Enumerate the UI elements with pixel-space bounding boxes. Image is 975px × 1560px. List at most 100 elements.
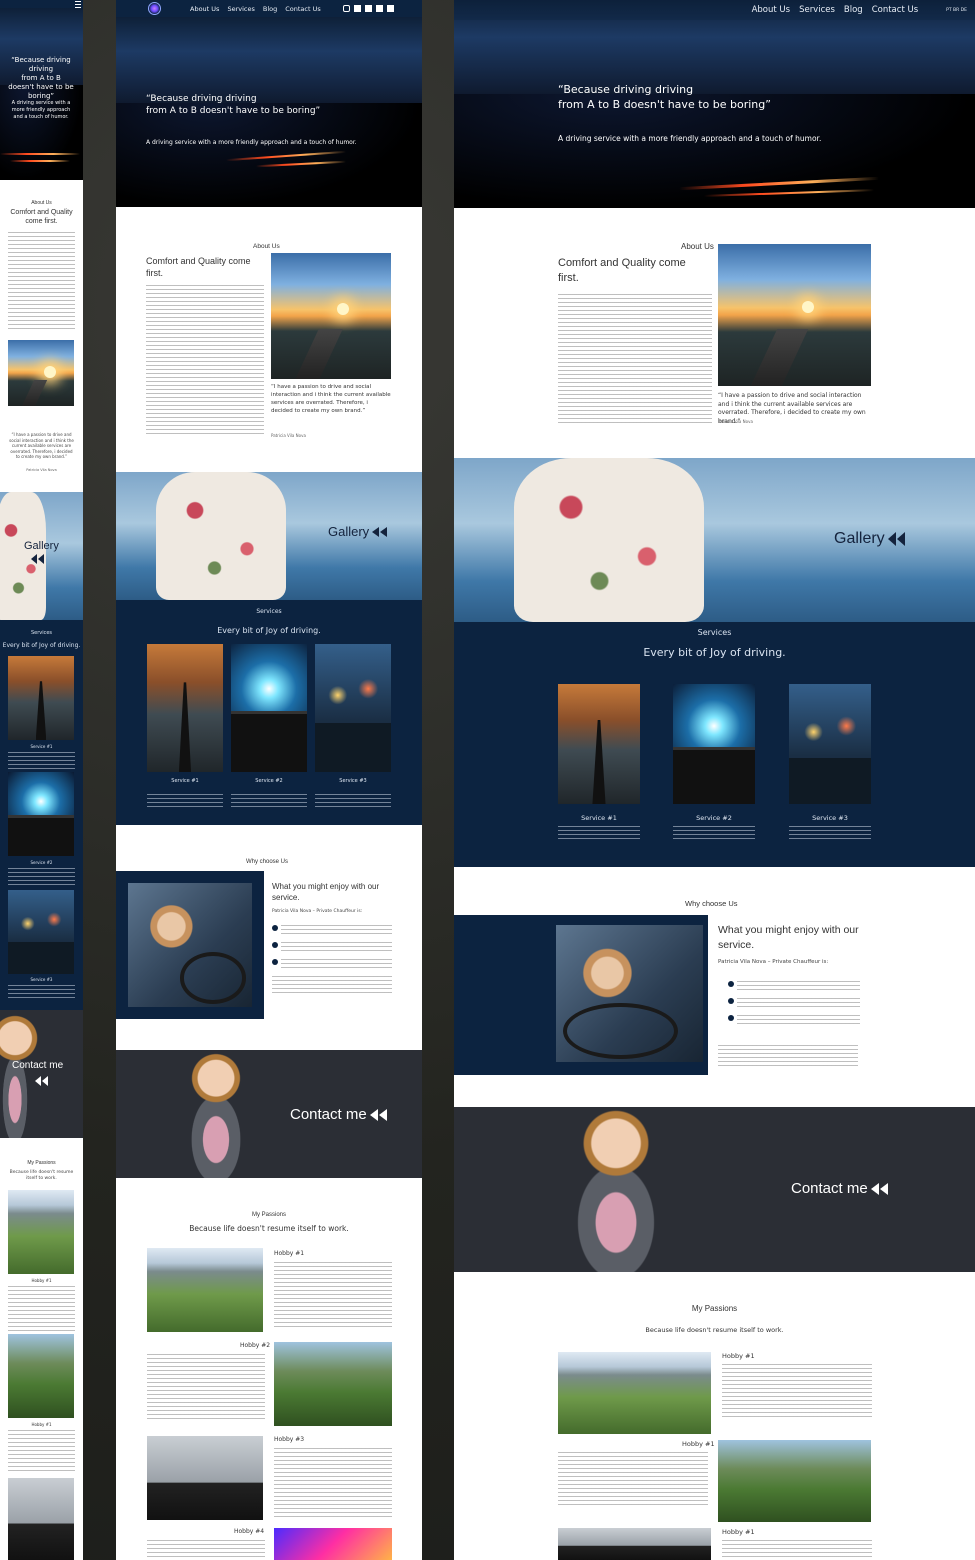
service-caption-1: Service #1 [30,744,53,749]
service-caption-2: Service #2 [255,778,283,784]
hobby-text-1 [8,1286,75,1334]
about-quote: “I have a passion to drive and social in… [9,432,74,459]
about-heading: Comfort and Quality come first. [558,257,686,284]
email-icon[interactable] [386,5,394,12]
hobby-image-2 [274,1342,392,1426]
services-label: Services [256,608,282,615]
why-byline: Patricia Vila Nova – Private Chauffeur i… [272,909,363,914]
about-heading: Comfort and Quality come first. [146,256,251,278]
contact-photo [538,1107,694,1272]
passions-heading: Because life doesn't resume itself to wo… [9,1170,74,1181]
rewind-icon [372,526,380,537]
mobile-services: Services Every bit of Joy of driving. Se… [0,620,83,1010]
check-icon [272,925,278,931]
contact-label-text: Contact me [791,1180,868,1197]
about-author: Patricia Vila Nova [26,468,57,472]
service-image-2 [673,684,755,804]
hobby-image-3 [558,1528,711,1560]
gallery-label-text: Gallery [24,540,59,552]
hobby-text-3 [722,1540,872,1560]
nav-blog[interactable]: Blog [844,5,863,15]
hobby-image-3 [8,1478,74,1560]
gallery-label-text: Gallery [328,524,370,539]
twitter-icon[interactable] [364,5,372,12]
gallery-label[interactable]: Gallery [834,530,905,548]
hero-quote: “Because driving driving from A to B doe… [558,83,771,111]
light-streak [704,189,874,197]
hero-quote: “Because driving driving from A to B doe… [8,56,74,100]
about-label: About Us [253,243,280,250]
rewind-icon [870,1182,879,1195]
gallery-label[interactable]: Gallery [24,540,59,552]
hobby-title-3: Hobby #1 [722,1528,755,1536]
light-streak [256,160,346,168]
mobile-gallery[interactable]: Gallery [0,492,83,620]
nav-contact[interactable]: Contact Us [872,5,918,15]
tablet-about: About Us Comfort and Quality come first.… [116,207,422,472]
desktop-contact[interactable]: Contact me [454,1107,975,1272]
hobby-title-1: Hobby #1 [722,1352,755,1360]
nav-services[interactable]: Services [227,5,254,13]
service-image-1 [147,644,223,772]
hero-subtitle: A driving service with a more friendly a… [146,139,357,146]
about-text [146,285,264,435]
service-text-3 [315,794,391,808]
gallery-photo [156,472,286,600]
service-image-3 [789,684,871,804]
mobile-preview: “Because driving driving from A to B doe… [0,0,83,1560]
language-switcher[interactable]: PT BR DE [946,8,967,13]
desktop-preview: About Us Services Blog Contact Us PT BR … [454,0,975,1560]
tablet-gallery[interactable]: Gallery [116,472,422,600]
tablet-preview: About Us Services Blog Contact Us “Becau… [116,0,422,1560]
nav-about[interactable]: About Us [752,5,790,15]
hero-subtitle: A driving service with a more friendly a… [11,100,71,120]
why-label: Why choose Us [685,899,738,908]
nav-about[interactable]: About Us [190,5,219,13]
list-item [272,959,392,969]
service-caption-3: Service #3 [30,977,53,982]
desktop-navbar: About Us Services Blog Contact Us PT BR … [454,0,975,20]
contact-label[interactable]: Contact me [290,1106,387,1123]
gallery-label[interactable]: Gallery [328,524,388,539]
nav-links: About Us Services Blog Contact Us [190,5,321,13]
list-item [728,1015,860,1025]
mobile-navbar [0,0,83,8]
hobby-image-2 [718,1440,871,1522]
mobile-contact[interactable]: Contact me [0,1010,83,1138]
about-photo [718,244,871,386]
hobby-title-1: Hobby #1 [31,1278,52,1283]
why-byline: Patricia Vila Nova – Private Chauffeur i… [718,959,829,965]
hobby-text-1 [274,1262,392,1328]
desktop-passions: My Passions Because life doesn't resume … [454,1272,975,1560]
brand-logo[interactable] [148,2,161,15]
contact-label[interactable]: Contact me [791,1180,888,1197]
hobby-title-1: Hobby #1 [274,1250,305,1257]
linkedin-icon[interactable] [375,5,383,12]
desktop-why: Why choose Us What you might enjoy with … [454,867,975,1107]
tablet-contact[interactable]: Contact me [116,1050,422,1178]
nav-contact[interactable]: Contact Us [285,5,321,13]
rewind-icon [896,532,905,546]
rewind-icon [369,1108,378,1121]
instagram-icon[interactable] [342,5,350,12]
about-label: About Us [681,242,714,251]
hamburger-icon[interactable] [75,0,81,8]
about-photo [271,253,391,379]
services-heading: Every bit of Joy of driving. [2,642,81,649]
contact-label-text: Contact me [12,1060,64,1071]
hero-quote: “Because driving driving from A to B doe… [146,94,321,116]
facebook-icon[interactable] [353,5,361,12]
why-label: Why choose Us [246,859,289,865]
nav-blog[interactable]: Blog [263,5,277,13]
desktop-gallery[interactable]: Gallery [454,458,975,622]
nav-services[interactable]: Services [799,5,835,15]
service-image-3 [8,890,74,974]
list-item [728,981,860,991]
service-text-3 [789,826,871,840]
contact-label[interactable]: Contact me [12,1060,63,1071]
why-heading: What you might enjoy with our service. [272,882,380,902]
check-icon [728,998,734,1004]
check-icon [728,981,734,987]
service-caption-1: Service #1 [581,814,617,822]
desktop-services: Services Every bit of Joy of driving. Se… [454,622,975,867]
